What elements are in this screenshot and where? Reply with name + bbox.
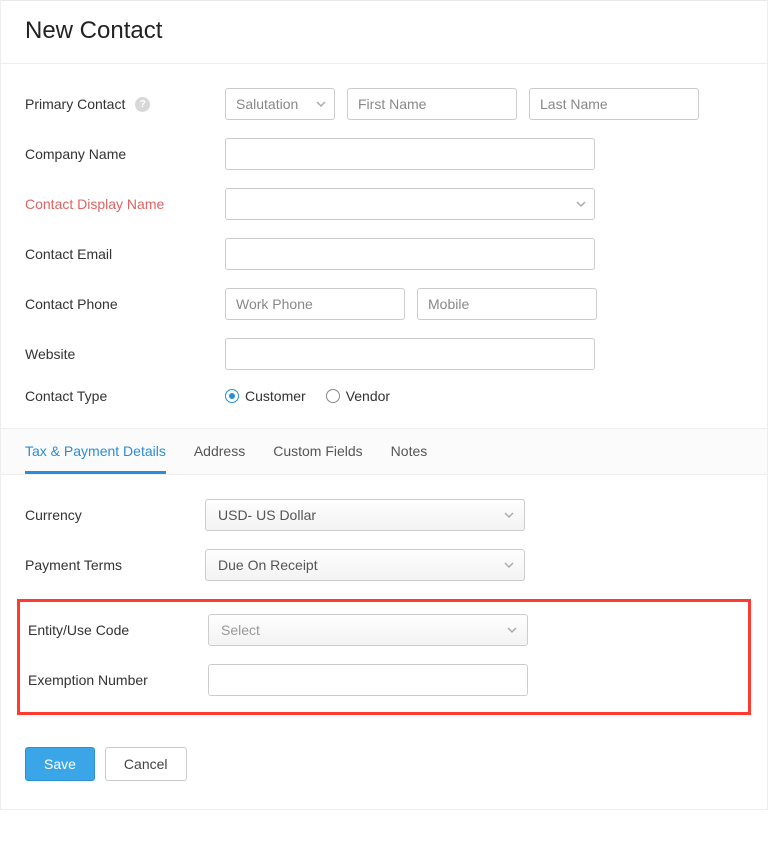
row-payment-terms: Payment Terms Due On Receipt: [25, 549, 743, 581]
row-exemption-number: Exemption Number: [20, 664, 748, 696]
chevron-down-icon: [504, 557, 514, 573]
first-name-input[interactable]: [347, 88, 517, 120]
row-contact-phone: Contact Phone: [25, 288, 743, 320]
label-contact-phone: Contact Phone: [25, 296, 225, 312]
tabs: Tax & Payment Details Address Custom Fie…: [1, 428, 767, 475]
row-currency: Currency USD- US Dollar: [25, 499, 743, 531]
chevron-down-icon: [576, 196, 586, 212]
tab-address[interactable]: Address: [194, 429, 245, 474]
cancel-button[interactable]: Cancel: [105, 747, 187, 781]
page-header: New Contact: [1, 0, 767, 64]
payment-terms-select[interactable]: Due On Receipt: [205, 549, 525, 581]
contact-type-radio-group: Customer Vendor: [225, 388, 390, 404]
last-name-input[interactable]: [529, 88, 699, 120]
radio-label: Vendor: [346, 388, 390, 404]
label-company-name: Company Name: [25, 146, 225, 162]
label-display-name: Contact Display Name: [25, 196, 225, 212]
row-company-name: Company Name: [25, 138, 743, 170]
display-name-select[interactable]: [225, 188, 595, 220]
salutation-select[interactable]: Salutation: [225, 88, 335, 120]
row-website: Website: [25, 338, 743, 370]
entity-use-code-select[interactable]: Select: [208, 614, 528, 646]
entity-use-code-value: Select: [221, 622, 260, 638]
exemption-number-input[interactable]: [208, 664, 528, 696]
payment-terms-value: Due On Receipt: [218, 557, 318, 573]
row-entity-use-code: Entity/Use Code Select: [20, 614, 748, 646]
chevron-down-icon: [316, 96, 326, 112]
chevron-down-icon: [507, 622, 517, 638]
currency-select[interactable]: USD- US Dollar: [205, 499, 525, 531]
label-entity-use-code: Entity/Use Code: [28, 622, 208, 638]
label-text: Primary Contact: [25, 96, 125, 112]
label-contact-email: Contact Email: [25, 246, 225, 262]
tax-payment-panel: Currency USD- US Dollar Payment Terms Du…: [1, 475, 767, 739]
currency-value: USD- US Dollar: [218, 507, 316, 523]
salutation-placeholder: Salutation: [236, 96, 298, 112]
label-primary-contact: Primary Contact ?: [25, 96, 225, 113]
contact-form: Primary Contact ? Salutation Company Nam…: [1, 64, 767, 404]
work-phone-input[interactable]: [225, 288, 405, 320]
label-exemption-number: Exemption Number: [28, 672, 208, 688]
label-website: Website: [25, 346, 225, 362]
radio-icon: [326, 389, 340, 403]
row-primary-contact: Primary Contact ? Salutation: [25, 88, 743, 120]
row-contact-email: Contact Email: [25, 238, 743, 270]
radio-vendor[interactable]: Vendor: [326, 388, 390, 404]
company-name-input[interactable]: [225, 138, 595, 170]
tab-custom-fields[interactable]: Custom Fields: [273, 429, 362, 474]
tab-tax-payment[interactable]: Tax & Payment Details: [25, 429, 166, 474]
mobile-phone-input[interactable]: [417, 288, 597, 320]
contact-email-input[interactable]: [225, 238, 595, 270]
label-payment-terms: Payment Terms: [25, 557, 205, 573]
website-input[interactable]: [225, 338, 595, 370]
tab-notes[interactable]: Notes: [391, 429, 428, 474]
radio-icon: [225, 389, 239, 403]
page-title: New Contact: [25, 17, 743, 45]
save-button[interactable]: Save: [25, 747, 95, 781]
form-actions: Save Cancel: [1, 739, 767, 809]
help-icon[interactable]: ?: [135, 97, 150, 112]
radio-label: Customer: [245, 388, 306, 404]
label-contact-type: Contact Type: [25, 388, 225, 404]
row-display-name: Contact Display Name: [25, 188, 743, 220]
primary-contact-fields: Salutation: [225, 88, 743, 120]
new-contact-page: New Contact Primary Contact ? Salutation…: [0, 0, 768, 810]
radio-customer[interactable]: Customer: [225, 388, 306, 404]
label-currency: Currency: [25, 507, 205, 523]
row-contact-type: Contact Type Customer Vendor: [25, 388, 743, 404]
chevron-down-icon: [504, 507, 514, 523]
highlight-annotation: Entity/Use Code Select Exemption Number: [17, 599, 751, 715]
